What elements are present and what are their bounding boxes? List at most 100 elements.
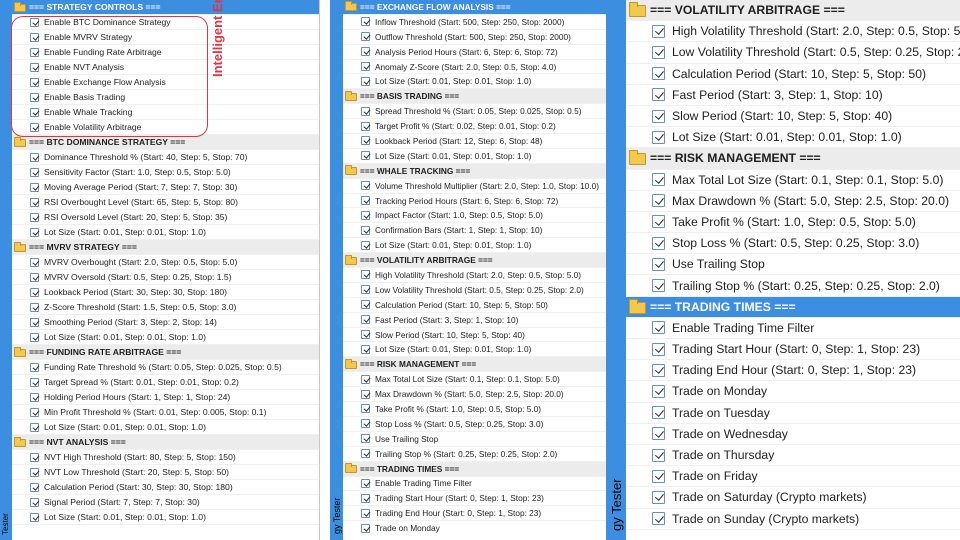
param-checkbox[interactable] [361,315,370,325]
param-checkbox[interactable] [30,272,39,282]
section-header-trading-times[interactable]: === TRADING TIMES === [343,461,609,477]
param-checkbox[interactable] [30,257,39,267]
param-row[interactable]: MVRV Oversold (Start: 0.5, Step: 0.25, S… [12,270,319,285]
param-checkbox[interactable] [361,76,370,86]
param-checkbox[interactable] [30,332,39,342]
param-row[interactable]: Lot Size (Start: 0.01, Step: 0.01, Stop:… [343,238,609,254]
param-row[interactable]: Holding Period Hours (Start: 1, Step: 1,… [12,390,319,405]
param-checkbox[interactable] [652,109,665,123]
param-row[interactable]: Enable Trading Time Filter [626,318,960,339]
param-checkbox[interactable] [361,32,370,42]
param-row[interactable]: Calculation Period (Start: 10, Step: 5, … [626,64,960,85]
param-row[interactable]: Target Spread % (Start: 0.01, Step: 0.01… [12,375,319,390]
section-header-strategy-controls[interactable]: === STRATEGY CONTROLS === [12,0,319,15]
param-row[interactable]: Trade on Friday [626,466,960,488]
param-checkbox[interactable] [361,300,370,310]
param-row[interactable]: Trading Start Hour (Start: 0, Step: 1, S… [343,491,609,507]
param-row[interactable]: Enable Trading Time Filter [343,477,609,492]
param-row[interactable]: Trailing Stop % (Start: 0.25, Step: 0.25… [626,275,960,297]
param-checkbox[interactable] [652,363,665,377]
param-row[interactable]: Stop Loss % (Start: 0.5, Step: 0.25, Sto… [343,417,609,432]
param-checkbox[interactable] [361,270,370,280]
param-checkbox[interactable] [652,45,665,59]
param-checkbox[interactable] [361,449,370,459]
param-row[interactable]: Trade on Monday [626,381,960,403]
param-row[interactable]: Fast Period (Start: 3, Step: 1, Stop: 10… [626,85,960,106]
param-row[interactable]: Outflow Threshold (Start: 500, Step: 250… [343,30,609,45]
param-checkbox[interactable] [652,469,665,483]
param-row[interactable]: Stop Loss % (Start: 0.5, Step: 0.25, Sto… [626,233,960,255]
param-checkbox[interactable] [361,151,370,161]
param-row[interactable]: NVT High Threshold (Start: 80, Step: 5, … [12,450,319,465]
param-checkbox[interactable] [361,17,370,27]
param-row[interactable]: High Volatility Threshold (Start: 2.0, S… [343,268,609,283]
param-checkbox[interactable] [652,67,665,81]
param-checkbox[interactable] [652,448,665,462]
param-row[interactable]: Trade on Thursday [626,445,960,467]
param-checkbox[interactable] [361,404,370,414]
param-checkbox[interactable] [30,227,39,237]
param-checkbox[interactable] [30,197,39,207]
param-row[interactable]: Take Profit % (Start: 1.0, Step: 0.5, St… [626,212,960,234]
param-checkbox[interactable] [361,374,370,384]
param-row[interactable]: Min Profit Threshold % (Start: 0.01, Ste… [12,405,319,420]
param-checkbox[interactable] [652,130,665,144]
section-header-risk-management[interactable]: === RISK MANAGEMENT === [626,148,960,170]
param-row[interactable]: Lot Size (Start: 0.01, Step: 0.01, Stop:… [343,149,609,164]
param-checkbox[interactable] [652,88,665,102]
param-checkbox[interactable] [30,407,39,417]
param-checkbox[interactable] [30,392,39,402]
strategy-tester-tab[interactable]: gy Tester [330,0,343,540]
param-checkbox[interactable] [30,317,39,327]
section-header-nvt-analysis[interactable]: === NVT ANALYSIS === [12,435,319,450]
param-checkbox[interactable] [30,467,39,477]
param-row[interactable]: Funding Rate Threshold % (Start: 0.05, S… [12,360,319,375]
param-row[interactable]: Lookback Period (Start: 12, Step: 6, Sto… [343,134,609,149]
section-header-funding-rate-arbitrage[interactable]: === FUNDING RATE ARBITRAGE === [12,345,319,360]
param-row[interactable]: Lookback Period (Start: 30, Step: 30, St… [12,285,319,300]
section-header-basis-trading[interactable]: === BASIS TRADING === [343,89,609,105]
param-row[interactable]: Impact Factor (Start: 1.0, Step: 0.5, St… [343,208,609,224]
param-checkbox[interactable] [361,62,370,71]
param-row[interactable]: Signal Period (Start: 7, Step: 7, Stop: … [12,495,319,510]
section-header-mvrv-strategy[interactable]: === MVRV STRATEGY === [12,240,319,255]
param-row[interactable]: Z-Score Threshold (Start: 1.5, Step: 0.5… [12,300,319,315]
param-checkbox[interactable] [30,497,39,507]
param-row[interactable]: Dominance Threshold % (Start: 40, Step: … [12,150,319,165]
param-row[interactable]: Trade on Monday [343,521,609,536]
param-row[interactable]: Max Drawdown % (Start: 5.0, Step: 2.5, S… [343,387,609,403]
param-checkbox[interactable] [30,182,39,192]
param-checkbox[interactable] [361,478,370,488]
param-row[interactable]: Volume Threshold Multiplier (Start: 2.0,… [343,179,609,194]
param-checkbox[interactable] [30,302,39,312]
param-row[interactable]: Tracking Period Hours (Start: 6, Step: 6… [343,194,609,209]
param-row[interactable]: Use Trailing Stop [626,254,960,276]
param-checkbox[interactable] [361,523,370,533]
param-row[interactable]: Slow Period (Start: 10, Step: 5, Stop: 4… [343,328,609,343]
param-checkbox[interactable] [361,508,370,518]
param-checkbox[interactable] [30,152,39,162]
param-row[interactable]: Calculation Period (Start: 30, Step: 30,… [12,480,319,495]
param-checkbox[interactable] [361,240,370,250]
param-checkbox[interactable] [652,279,665,293]
param-row[interactable]: Spread Threshold % (Start: 0.05, Step: 0… [343,104,609,120]
section-header-volatility-arbitrage[interactable]: === VOLATILITY ARBITRAGE === [626,0,960,22]
param-row[interactable]: Analysis Period Hours (Start: 6, Step: 6… [343,45,609,60]
param-checkbox[interactable] [652,257,665,271]
param-checkbox[interactable] [30,452,39,462]
section-header-trading-times[interactable]: === TRADING TIMES === [626,296,960,318]
param-row[interactable]: Take Profit % (Start: 1.0, Step: 0.5, St… [343,402,609,417]
param-row[interactable]: Inflow Threshold (Start: 500, Step: 250,… [343,15,609,30]
param-row[interactable]: Trading End Hour (Start: 0, Step: 1, Sto… [626,360,960,382]
param-checkbox[interactable] [30,377,39,387]
param-checkbox[interactable] [652,173,665,187]
param-checkbox[interactable] [652,406,665,420]
param-row[interactable]: Lot Size (Start: 0.01, Step: 0.01, Stop:… [12,420,319,435]
section-header-btc-dominance-strategy[interactable]: === BTC DOMINANCE STRATEGY === [12,135,319,150]
param-row[interactable]: Max Total Lot Size (Start: 0.1, Step: 0.… [626,170,960,191]
param-row[interactable]: Use Trailing Stop [343,432,609,447]
section-header-volatility-arbitrage[interactable]: === VOLATILITY ARBITRAGE === [343,253,609,269]
param-row[interactable]: Fast Period (Start: 3, Step: 1, Stop: 10… [343,313,609,328]
param-checkbox[interactable] [30,422,39,432]
param-checkbox[interactable] [30,512,39,522]
